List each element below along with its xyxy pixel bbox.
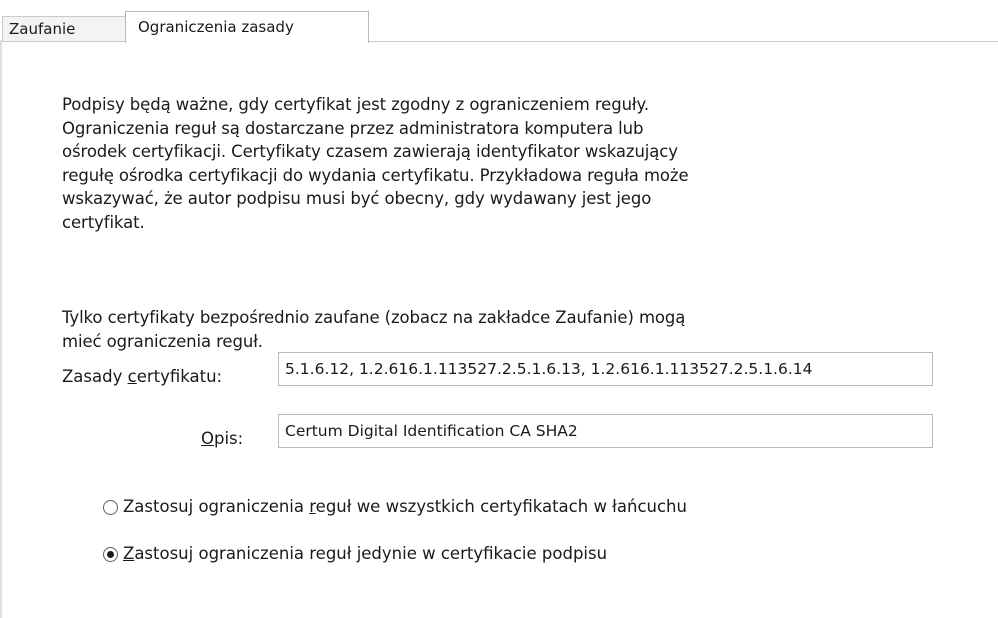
- tab-policy-restrictions[interactable]: Ograniczenia zasady: [125, 11, 369, 43]
- policy-restrictions-panel: Podpisy będą ważne, gdy certyfikat jest …: [0, 42, 998, 618]
- apply-signing-label-accel: Z: [123, 544, 135, 563]
- apply-signing-certificate-option[interactable]: Zastosuj ograniczenia reguł jedynie w ce…: [103, 542, 607, 566]
- apply-all-label: Zastosuj ograniczenia reguł we wszystkic…: [123, 496, 687, 518]
- description-paragraph: Podpisy będą ważne, gdy certyfikat jest …: [62, 93, 892, 235]
- tab-trust-label: Zaufanie: [9, 20, 76, 38]
- apply-signing-label: Zastosuj ograniczenia reguł jedynie w ce…: [123, 543, 607, 565]
- description-label-post: pis:: [214, 429, 244, 448]
- description-label-accel: O: [201, 429, 214, 448]
- note-paragraph: Tylko certyfikaty bezpośrednio zaufane (…: [62, 306, 892, 353]
- description-line: certyfikat.: [62, 212, 145, 232]
- note-line: mieć ograniczenia reguł.: [62, 331, 263, 351]
- policy-label-accel: c: [127, 367, 137, 386]
- description-line: wskazywać, że autor podpisu musi być obe…: [62, 189, 652, 209]
- policy-input[interactable]: [278, 352, 933, 386]
- description-line: Podpisy będą ważne, gdy certyfikat jest …: [62, 95, 649, 114]
- policy-label-post: ertyfikatu:: [136, 367, 223, 386]
- policy-label: Zasady certyfikatu:: [62, 366, 222, 388]
- description-line: regułę ośrodka certyfikacji do wydania c…: [62, 165, 689, 185]
- radio-selected-dot: [107, 550, 114, 558]
- description-line: ośrodek certyfikacji. Certyfikaty czasem…: [62, 142, 678, 162]
- tab-strip: Zaufanie Ograniczenia zasady: [0, 0, 998, 43]
- description-label: Opis:: [201, 428, 243, 450]
- apply-all-certificates-option[interactable]: Zastosuj ograniczenia reguł we wszystkic…: [103, 495, 687, 519]
- description-line: Ograniczenia reguł są dostarczane przez …: [62, 118, 644, 138]
- tab-trust[interactable]: Zaufanie: [2, 16, 126, 41]
- policy-label-pre: Zasady: [62, 367, 128, 386]
- note-line: Tylko certyfikaty bezpośrednio zaufane (…: [62, 308, 686, 327]
- apply-all-label-post: eguł we wszystkich certyfikatach w łańcu…: [315, 497, 687, 516]
- apply-all-radio[interactable]: [103, 499, 118, 515]
- apply-all-label-pre: Zastosuj ograniczenia: [123, 497, 310, 516]
- apply-signing-radio[interactable]: [103, 546, 118, 562]
- description-input[interactable]: [278, 414, 933, 448]
- tab-policy-restrictions-label: Ograniczenia zasady: [138, 18, 294, 36]
- apply-signing-label-post: astosuj ograniczenia reguł jedynie w cer…: [134, 544, 608, 563]
